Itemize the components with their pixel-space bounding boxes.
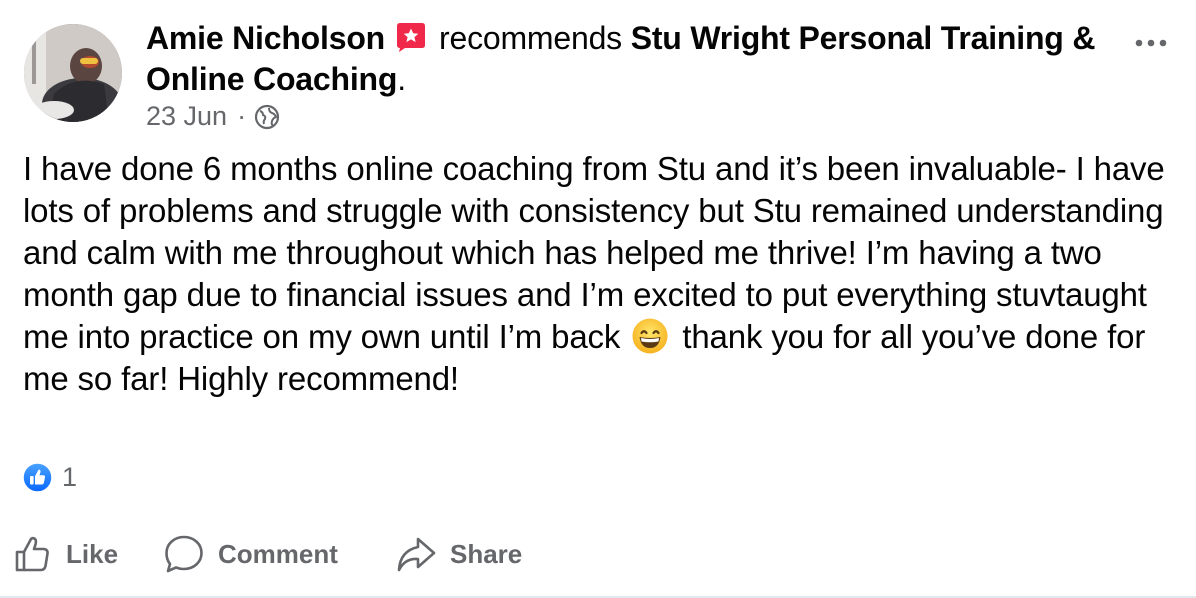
recommends-text: recommends [439,20,622,56]
post-header: Amie Nicholson recommends Stu Wright Pers… [146,18,1106,132]
like-button[interactable]: Like [14,535,144,573]
share-arrow-icon [397,537,436,572]
recommend-icon [395,22,427,53]
page-suffix: . [397,61,406,97]
post-date[interactable]: 23 Jun [146,101,227,132]
reaction-count: 1 [62,462,78,492]
headline: Amie Nicholson recommends Stu Wright Pers… [146,18,1106,100]
grinning-face-emoji [631,317,669,355]
meta-separator: · [237,101,247,131]
thumbs-up-icon [15,536,49,572]
facebook-recommendation-post: Amie Nicholson recommends Stu Wright Pers… [0,0,1196,598]
action-bar: Like Comment Share [14,534,522,574]
globe-icon [254,104,280,130]
post-body: I have done 6 months online coaching fro… [23,148,1173,400]
reactions-summary[interactable]: 1 [22,462,77,493]
comment-bubble-icon [165,535,203,573]
comment-label: Comment [218,538,338,569]
avatar[interactable] [24,24,122,122]
like-reaction-icon [22,462,53,493]
more-options-icon[interactable] [1134,36,1168,50]
share-label: Share [450,538,523,569]
share-button[interactable]: Share [396,535,522,573]
comment-button[interactable]: Comment [164,534,384,574]
post-meta: 23 Jun · [146,101,1106,132]
like-label: Like [66,538,119,569]
author-name[interactable]: Amie Nicholson [146,20,385,56]
